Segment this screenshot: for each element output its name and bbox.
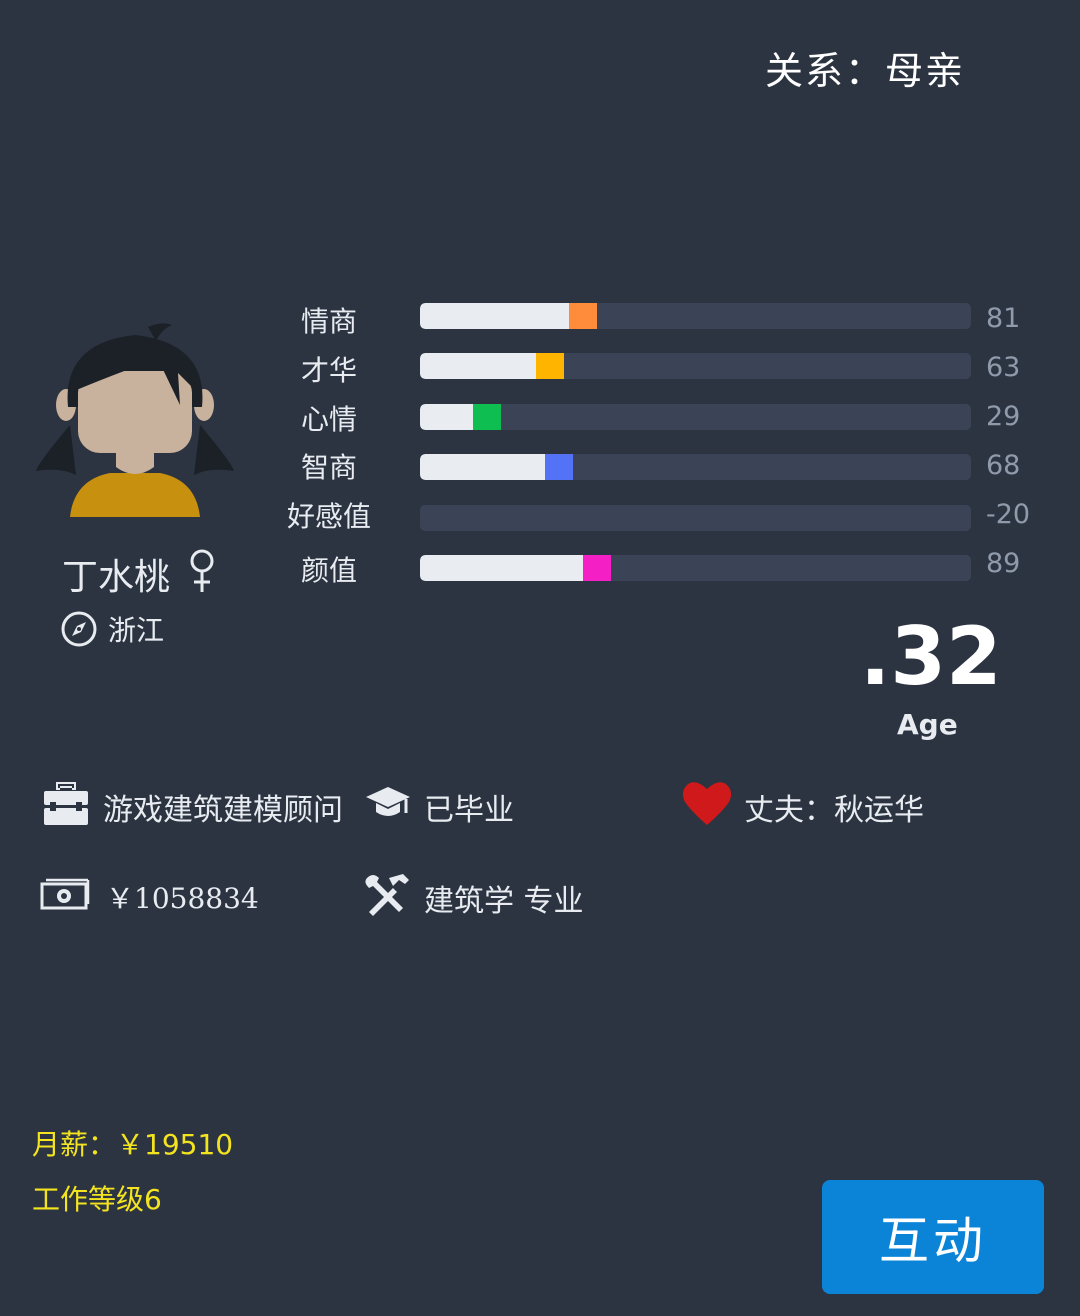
stat-bar-marker — [583, 555, 611, 581]
money-amount: ￥1058834 — [106, 882, 259, 915]
female-gender-icon — [190, 549, 214, 592]
character-avatar — [36, 323, 234, 517]
stat-label: 好感值 — [286, 500, 371, 533]
stat-label: 情商 — [300, 305, 357, 338]
stat-bar — [420, 404, 971, 430]
stat-value: -20 — [986, 499, 1031, 530]
spouse-name: 丈夫：秋运华 — [744, 793, 924, 828]
stat-bar-marker — [536, 353, 564, 379]
job-level: 工作等级6 — [32, 1183, 162, 1216]
stat-bar-marker — [569, 303, 597, 329]
stat-value: 81 — [986, 303, 1021, 334]
stat-bar-marker — [545, 454, 573, 480]
heart-icon — [682, 782, 732, 825]
character-name: 丁水桃 — [62, 557, 171, 598]
stat-bar — [420, 505, 971, 531]
stat-bar — [420, 353, 971, 379]
briefcase-icon — [44, 782, 88, 825]
stat-label: 才华 — [300, 354, 357, 387]
stat-value: 89 — [986, 548, 1021, 579]
interact-button[interactable]: 互动 — [822, 1180, 1044, 1294]
relation-label: 关系：母亲 — [765, 49, 966, 93]
stat-value: 29 — [986, 401, 1021, 432]
stat-bar — [420, 303, 971, 329]
compass-icon — [61, 611, 97, 647]
stat-label: 智商 — [300, 451, 357, 484]
education-status: 已毕业 — [424, 793, 514, 828]
age-value: .32 — [860, 610, 1002, 703]
stat-bar-marker — [473, 404, 501, 430]
stat-bar — [420, 555, 971, 581]
monthly-salary: 月薪：￥19510 — [32, 1128, 234, 1161]
graduation-cap-icon — [366, 787, 410, 816]
stat-label: 心情 — [300, 403, 357, 436]
job-title: 游戏建筑建模顾问 — [103, 793, 343, 828]
stat-bar — [420, 454, 971, 480]
character-location: 浙江 — [108, 614, 165, 647]
banknote-icon — [40, 878, 90, 910]
age-label: Age — [897, 708, 958, 741]
tools-icon — [365, 874, 409, 916]
stat-value: 68 — [986, 450, 1021, 481]
stat-value: 63 — [986, 352, 1021, 383]
major-field: 建筑学 专业 — [424, 884, 584, 919]
stat-label: 颜值 — [300, 554, 357, 587]
